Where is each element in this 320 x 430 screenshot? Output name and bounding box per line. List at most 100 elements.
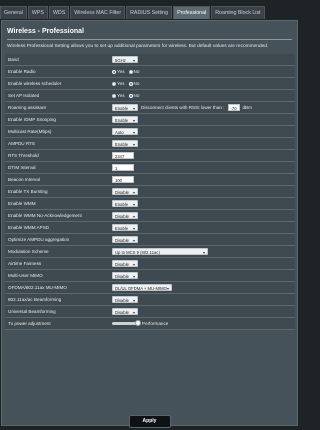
radio-label: Yes [117,81,125,86]
select-value: Enable [115,226,129,231]
setting-label: AMPDU RTS [8,141,35,146]
setting-label: 802.11ax/ac Beamforming [8,297,62,302]
slider-knob[interactable] [135,320,141,326]
enable-tx-bursting-select[interactable]: Disable ▾ [112,188,138,195]
setting-value: Disable ▾ [112,258,138,269]
setting-label: Enable IGMP Snooping [8,117,56,122]
setting-value: Yes No [112,78,143,89]
airtime-fairness-select[interactable]: Disable ▾ [112,260,138,267]
universal-beamforming-select[interactable]: Disable ▾ [112,308,138,315]
select-value: Up to MCS 9 (802.11ac) [115,250,160,255]
chevron-down-icon: ▾ [132,238,135,243]
tab-radius-setting[interactable]: RADIUS Setting [126,6,173,19]
radio-label: No [133,69,140,74]
roaming-assistant-select[interactable]: Enable ▾ [112,104,138,111]
setting-label: Enable WMM APSD [8,225,50,230]
enable-igmp-snooping-select[interactable]: Enable ▾ [112,116,138,123]
chevron-down-icon: ▾ [132,214,135,219]
enable-wmm-apsd-select[interactable]: Enable ▾ [112,224,138,231]
rssi-input[interactable]: -70 [227,104,240,111]
select-value: Enable [115,142,129,147]
tab-wds[interactable]: WDS [48,6,70,19]
setting-value: Yes No [112,90,143,101]
select-value: Disable [115,238,129,243]
apply-bar: Apply [2,409,297,428]
setting-value: Performance [112,318,168,329]
chevron-down-icon: ▾ [132,130,135,135]
enable-wmm-no-acknowledgement-select[interactable]: Disable ▾ [112,212,138,219]
setting-label: Beacon Interval [8,177,40,182]
radio-dot-icon [112,93,116,98]
tx-power-slider[interactable] [112,320,141,326]
select-value: Disable [115,262,129,267]
enable-wmm-select[interactable]: Enable ▾ [112,200,138,207]
select-value: Enable [115,118,129,123]
tab-roaming-block-list[interactable]: Roaming Block List [211,6,265,19]
enable-wireless-scheduler-radio-no[interactable]: No [128,81,140,86]
band-select[interactable]: 5GHz ▾ [112,56,138,63]
multicast-rate-mbps-select[interactable]: Auto ▾ [112,128,138,135]
chevron-down-icon: ▾ [132,190,135,195]
radio-dot-icon [128,93,133,98]
chevron-down-icon: ▾ [132,106,135,111]
modulation-scheme-select[interactable]: Up to MCS 9 (802.11ac) ▾ [112,248,208,255]
chevron-down-icon: ▾ [132,298,135,303]
tab-professional[interactable]: Professional [173,6,211,19]
rts-threshold-input[interactable]: 2347 [112,152,134,159]
setting-value: 5GHz ▾ [112,54,138,65]
radio-dot-icon [112,69,116,74]
setting-row-rts-threshold: RTS Threshold 2347 [5,150,295,162]
setting-value: Enable ▾ [112,114,138,125]
tx-power-label: Performance [142,321,169,326]
setting-row-multi-user-mimo: Multi-User MIMO Disable ▾ [5,270,295,282]
setting-value: Enable ▾ [112,198,138,209]
select-value: Disable [115,214,129,219]
setting-label: RTS Threshold [8,153,39,158]
setting-row-enable-wmm: Enable WMM Enable ▾ [5,198,295,210]
radio-label: No [133,81,140,86]
setting-row-modulation-scheme: Modulation Scheme Up to MCS 9 (802.11ac) ▾ [5,246,295,258]
setting-value: 1 [112,162,134,173]
setting-row-ofdma-802-11ax-mu-mimo: OFDMA/802.11ax MU-MIMO DL/UL OFDMA + MU-M… [5,282,295,294]
setting-value: Up to MCS 9 (802.11ac) ▾ [112,246,208,257]
apply-button[interactable]: Apply [128,415,171,428]
setting-label: Tx power adjustment [8,321,51,326]
chevron-down-icon: ▾ [132,226,135,231]
setting-label: DTIM Interval [8,165,36,170]
set-ap-isolated-radio-no[interactable]: No [128,93,139,98]
setting-value: Enable ▾ Disconnect clients with RSSI lowe… [112,102,255,113]
select-value: Disable [115,190,129,195]
tab-general[interactable]: General [0,6,27,19]
enable-wireless-scheduler-radio-yes[interactable]: Yes [112,81,125,86]
setting-row-ampdu-rts: AMPDU RTS Enable ▾ [5,138,295,150]
select-value: Disable [115,298,129,303]
setting-label: Optimize AMPDU aggregation [8,237,70,242]
setting-row-multicast-rate-mbps: Multicast Rate(Mbps) Auto ▾ [5,126,295,138]
optimize-ampdu-aggregation-select[interactable]: Disable ▾ [112,236,138,243]
enable-radio-radio-no[interactable]: No [128,69,140,74]
select-value: Disable [115,310,129,315]
multi-user-mimo-select[interactable]: Disable ▾ [112,272,138,279]
tab-bar: General WPS WDS Wireless MAC Filter RADIUS S… [0,3,300,19]
enable-radio-radio-yes[interactable]: Yes [112,69,125,74]
tab-wireless-mac-filter[interactable]: Wireless MAC Filter [70,6,126,19]
beacon-interval-input[interactable]: 100 [112,176,134,183]
select-value: 5GHz [115,58,126,63]
802-11ax-ac-beamforming-select[interactable]: Disable ▾ [112,296,138,303]
settings-panel: Wireless - Professional Wireless Profess… [1,20,298,428]
setting-value: Auto ▾ [112,126,138,137]
setting-label: Modulation Scheme [8,249,49,254]
setting-row-enable-wmm-apsd: Enable WMM APSD Enable ▾ [5,222,295,234]
ampdu-rts-select[interactable]: Enable ▾ [112,140,138,147]
radio-dot-icon [112,81,116,86]
setting-row-band: Band 5GHz ▾ [5,54,295,66]
divider [7,39,292,40]
ofdma-802-11ax-mu-mimo-select[interactable]: DL/UL OFDMA + MU-MIMO ▾ [112,284,172,291]
radio-dot-icon [128,81,133,86]
setting-row-enable-tx-bursting: Enable TX Bursting Disable ▾ [5,186,295,198]
set-ap-isolated-radio-yes[interactable]: Yes [112,93,125,98]
dtim-interval-input[interactable]: 1 [112,164,134,171]
chevron-down-icon: ▾ [132,274,135,279]
tab-wps[interactable]: WPS [27,6,48,19]
setting-value: 100 [112,174,134,185]
